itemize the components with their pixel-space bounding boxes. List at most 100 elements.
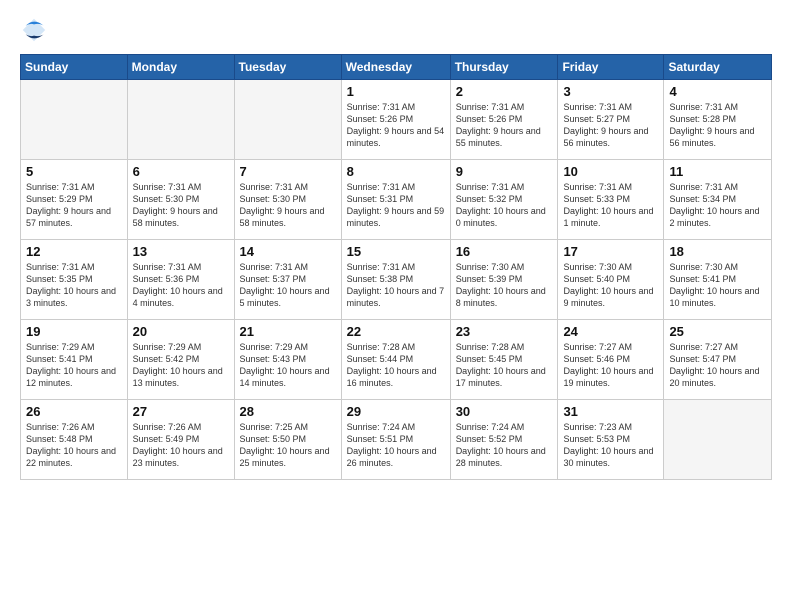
- calendar-table: SundayMondayTuesdayWednesdayThursdayFrid…: [20, 54, 772, 480]
- day-number: 23: [456, 324, 553, 339]
- day-number: 5: [26, 164, 122, 179]
- day-info: Sunrise: 7:31 AM Sunset: 5:31 PM Dayligh…: [347, 181, 445, 230]
- week-row-5: 26 Sunrise: 7:26 AM Sunset: 5:48 PM Dayli…: [21, 400, 772, 480]
- day-cell: 20Sunrise: 7:29 AM Sunset: 5:42 PM Dayli…: [127, 320, 234, 400]
- day-info: Sunrise: 7:28 AM Sunset: 5:44 PM Dayligh…: [347, 341, 445, 390]
- day-number: 12: [26, 244, 122, 259]
- day-number: 1: [347, 84, 445, 99]
- day-cell: 5 Sunrise: 7:31 AM Sunset: 5:29 PM Daylig…: [21, 160, 128, 240]
- day-number: 8: [347, 164, 445, 179]
- day-info: Sunrise: 7:24 AM Sunset: 5:52 PM Dayligh…: [456, 421, 553, 470]
- week-row-1: 1 Sunrise: 7:31 AM Sunset: 5:26 PM Daylig…: [21, 80, 772, 160]
- day-cell: 8 Sunrise: 7:31 AM Sunset: 5:31 PM Daylig…: [341, 160, 450, 240]
- week-row-2: 5 Sunrise: 7:31 AM Sunset: 5:29 PM Daylig…: [21, 160, 772, 240]
- day-info: Sunrise: 7:30 AM Sunset: 5:40 PM Dayligh…: [563, 261, 658, 310]
- day-cell: 25 Sunrise: 7:27 AM Sunset: 5:47 PM Dayli…: [664, 320, 772, 400]
- day-number: 4: [669, 84, 766, 99]
- day-info: Sunrise: 7:31 AM Sunset: 5:28 PM Dayligh…: [669, 101, 766, 150]
- day-info: Sunrise: 7:24 AM Sunset: 5:51 PM Dayligh…: [347, 421, 445, 470]
- week-row-4: 19 Sunrise: 7:29 AM Sunset: 5:41 PM Dayli…: [21, 320, 772, 400]
- day-cell: [21, 80, 128, 160]
- day-header-thursday: Thursday: [450, 55, 558, 80]
- generalblue-icon: [20, 16, 48, 44]
- day-number: 28: [240, 404, 336, 419]
- day-info: Sunrise: 7:31 AM Sunset: 5:27 PM Dayligh…: [563, 101, 658, 150]
- day-cell: 21 Sunrise: 7:29 AM Sunset: 5:43 PM Dayli…: [234, 320, 341, 400]
- day-cell: [664, 400, 772, 480]
- day-cell: 19 Sunrise: 7:29 AM Sunset: 5:41 PM Dayli…: [21, 320, 128, 400]
- day-cell: 24 Sunrise: 7:27 AM Sunset: 5:46 PM Dayli…: [558, 320, 664, 400]
- day-info: Sunrise: 7:31 AM Sunset: 5:30 PM Dayligh…: [240, 181, 336, 230]
- day-cell: 15 Sunrise: 7:31 AM Sunset: 5:38 PM Dayli…: [341, 240, 450, 320]
- day-number: 10: [563, 164, 658, 179]
- day-info: Sunrise: 7:30 AM Sunset: 5:39 PM Dayligh…: [456, 261, 553, 310]
- logo: [20, 16, 52, 44]
- day-cell: 9Sunrise: 7:31 AM Sunset: 5:32 PM Daylig…: [450, 160, 558, 240]
- day-number: 14: [240, 244, 336, 259]
- day-info: Sunrise: 7:25 AM Sunset: 5:50 PM Dayligh…: [240, 421, 336, 470]
- day-number: 31: [563, 404, 658, 419]
- day-number: 7: [240, 164, 336, 179]
- header: [20, 16, 772, 44]
- day-info: Sunrise: 7:27 AM Sunset: 5:46 PM Dayligh…: [563, 341, 658, 390]
- day-number: 15: [347, 244, 445, 259]
- day-info: Sunrise: 7:31 AM Sunset: 5:26 PM Dayligh…: [456, 101, 553, 150]
- week-row-3: 12 Sunrise: 7:31 AM Sunset: 5:35 PM Dayli…: [21, 240, 772, 320]
- day-cell: 28 Sunrise: 7:25 AM Sunset: 5:50 PM Dayli…: [234, 400, 341, 480]
- day-info: Sunrise: 7:31 AM Sunset: 5:30 PM Dayligh…: [133, 181, 229, 230]
- day-number: 6: [133, 164, 229, 179]
- day-number: 3: [563, 84, 658, 99]
- day-info: Sunrise: 7:29 AM Sunset: 5:43 PM Dayligh…: [240, 341, 336, 390]
- day-cell: 16 Sunrise: 7:30 AM Sunset: 5:39 PM Dayli…: [450, 240, 558, 320]
- day-cell: 30 Sunrise: 7:24 AM Sunset: 5:52 PM Dayli…: [450, 400, 558, 480]
- day-number: 25: [669, 324, 766, 339]
- page: SundayMondayTuesdayWednesdayThursdayFrid…: [0, 0, 792, 612]
- day-cell: 27Sunrise: 7:26 AM Sunset: 5:49 PM Dayli…: [127, 400, 234, 480]
- day-info: Sunrise: 7:29 AM Sunset: 5:41 PM Dayligh…: [26, 341, 122, 390]
- day-number: 11: [669, 164, 766, 179]
- day-number: 27: [133, 404, 229, 419]
- day-number: 21: [240, 324, 336, 339]
- day-cell: 4 Sunrise: 7:31 AM Sunset: 5:28 PM Daylig…: [664, 80, 772, 160]
- day-info: Sunrise: 7:23 AM Sunset: 5:53 PM Dayligh…: [563, 421, 658, 470]
- day-cell: 11 Sunrise: 7:31 AM Sunset: 5:34 PM Dayli…: [664, 160, 772, 240]
- day-cell: 23 Sunrise: 7:28 AM Sunset: 5:45 PM Dayli…: [450, 320, 558, 400]
- day-number: 19: [26, 324, 122, 339]
- day-number: 30: [456, 404, 553, 419]
- day-number: 20: [133, 324, 229, 339]
- day-cell: 3 Sunrise: 7:31 AM Sunset: 5:27 PM Daylig…: [558, 80, 664, 160]
- day-info: Sunrise: 7:27 AM Sunset: 5:47 PM Dayligh…: [669, 341, 766, 390]
- day-number: 13: [133, 244, 229, 259]
- day-info: Sunrise: 7:28 AM Sunset: 5:45 PM Dayligh…: [456, 341, 553, 390]
- day-cell: 12 Sunrise: 7:31 AM Sunset: 5:35 PM Dayli…: [21, 240, 128, 320]
- day-number: 24: [563, 324, 658, 339]
- day-number: 16: [456, 244, 553, 259]
- day-info: Sunrise: 7:31 AM Sunset: 5:34 PM Dayligh…: [669, 181, 766, 230]
- day-cell: [234, 80, 341, 160]
- day-number: 29: [347, 404, 445, 419]
- day-info: Sunrise: 7:31 AM Sunset: 5:35 PM Dayligh…: [26, 261, 122, 310]
- day-info: Sunrise: 7:31 AM Sunset: 5:36 PM Dayligh…: [133, 261, 229, 310]
- day-header-friday: Friday: [558, 55, 664, 80]
- day-number: 17: [563, 244, 658, 259]
- day-cell: 22Sunrise: 7:28 AM Sunset: 5:44 PM Dayli…: [341, 320, 450, 400]
- day-info: Sunrise: 7:31 AM Sunset: 5:29 PM Dayligh…: [26, 181, 122, 230]
- day-info: Sunrise: 7:31 AM Sunset: 5:33 PM Dayligh…: [563, 181, 658, 230]
- day-cell: 18Sunrise: 7:30 AM Sunset: 5:41 PM Dayli…: [664, 240, 772, 320]
- day-cell: 14Sunrise: 7:31 AM Sunset: 5:37 PM Dayli…: [234, 240, 341, 320]
- day-info: Sunrise: 7:26 AM Sunset: 5:48 PM Dayligh…: [26, 421, 122, 470]
- day-number: 2: [456, 84, 553, 99]
- day-cell: 13 Sunrise: 7:31 AM Sunset: 5:36 PM Dayli…: [127, 240, 234, 320]
- day-cell: 10 Sunrise: 7:31 AM Sunset: 5:33 PM Dayli…: [558, 160, 664, 240]
- day-cell: 31 Sunrise: 7:23 AM Sunset: 5:53 PM Dayli…: [558, 400, 664, 480]
- day-cell: 1Sunrise: 7:31 AM Sunset: 5:26 PM Daylig…: [341, 80, 450, 160]
- day-header-wednesday: Wednesday: [341, 55, 450, 80]
- day-number: 9: [456, 164, 553, 179]
- day-cell: 26 Sunrise: 7:26 AM Sunset: 5:48 PM Dayli…: [21, 400, 128, 480]
- day-number: 26: [26, 404, 122, 419]
- day-header-sunday: Sunday: [21, 55, 128, 80]
- day-info: Sunrise: 7:30 AM Sunset: 5:41 PM Dayligh…: [669, 261, 766, 310]
- day-cell: 17 Sunrise: 7:30 AM Sunset: 5:40 PM Dayli…: [558, 240, 664, 320]
- day-info: Sunrise: 7:31 AM Sunset: 5:38 PM Dayligh…: [347, 261, 445, 310]
- day-cell: 29 Sunrise: 7:24 AM Sunset: 5:51 PM Dayli…: [341, 400, 450, 480]
